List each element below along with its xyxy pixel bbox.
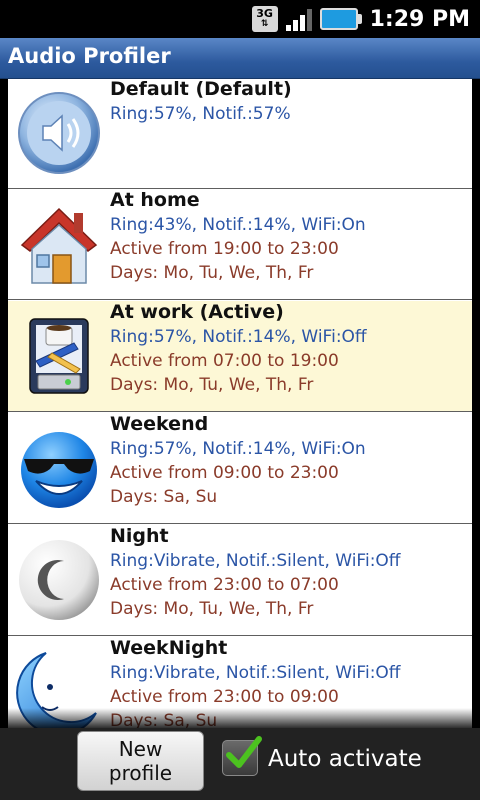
desk-icon xyxy=(29,318,89,394)
data-arrows-icon: ⇅ xyxy=(260,19,269,29)
profile-settings: Ring:57%, Notif.:14%, WiFi:Off xyxy=(110,327,367,347)
battery-icon xyxy=(319,8,362,30)
moon-button-icon xyxy=(19,540,99,620)
profile-days: Days: Mo, Tu, We, Th, Fr xyxy=(110,599,314,619)
profile-row-at-work[interactable]: At work (Active) Ring:57%, Notif.:14%, W… xyxy=(8,301,472,412)
app-title: Audio Profiler xyxy=(8,44,171,68)
profile-name: Weekend xyxy=(110,413,209,435)
profile-row-night[interactable]: Night Ring:Vibrate, Notif.:Silent, WiFi:… xyxy=(8,525,472,636)
profile-days: Days: Sa, Su xyxy=(110,711,218,729)
status-bar: 3G ⇅ 1:29 PM xyxy=(0,0,480,38)
app-title-bar: Audio Profiler xyxy=(0,38,480,79)
house-icon xyxy=(20,207,98,284)
status-clock: 1:29 PM xyxy=(369,6,470,32)
auto-activate-checkbox[interactable] xyxy=(222,736,262,776)
auto-activate-label[interactable]: Auto activate xyxy=(268,746,422,772)
crescent-moon-face-icon xyxy=(16,652,97,729)
profile-active-time: Active from 23:00 to 09:00 xyxy=(110,687,339,707)
profile-settings: Ring:Vibrate, Notif.:Silent, WiFi:Off xyxy=(110,663,401,683)
profile-name: At work (Active) xyxy=(110,301,284,323)
network-type: 3G xyxy=(256,7,273,20)
profile-days: Days: Sa, Su xyxy=(110,487,218,507)
profile-row-at-home[interactable]: At home Ring:43%, Notif.:14%, WiFi:On Ac… xyxy=(8,189,472,300)
profile-row-default[interactable]: Default (Default) Ring:57%, Notif.:57% xyxy=(8,79,472,189)
profile-active-time: Active from 07:00 to 19:00 xyxy=(110,351,339,371)
bottom-bar: New profile Auto activate xyxy=(0,728,480,800)
profile-name: Night xyxy=(110,525,169,547)
profile-row-weeknight[interactable]: WeekNight Ring:Vibrate, Notif.:Silent, W… xyxy=(8,637,472,729)
profile-settings: Ring:Vibrate, Notif.:Silent, WiFi:Off xyxy=(110,551,401,571)
profile-active-time: Active from 23:00 to 07:00 xyxy=(110,575,339,595)
profile-settings: Ring:57%, Notif.:14%, WiFi:On xyxy=(110,439,366,459)
new-profile-button[interactable]: New profile xyxy=(77,731,204,791)
network-3g-icon: 3G ⇅ xyxy=(251,6,278,32)
checkmark-icon xyxy=(226,736,262,768)
signal-strength-icon xyxy=(285,7,312,31)
profile-name: At home xyxy=(110,189,200,211)
profile-active-time: Active from 09:00 to 23:00 xyxy=(110,463,339,483)
profile-row-weekend[interactable]: Weekend Ring:57%, Notif.:14%, WiFi:On Ac… xyxy=(8,413,472,524)
profile-active-time: Active from 19:00 to 23:00 xyxy=(110,239,339,259)
speaker-icon xyxy=(18,92,100,174)
profile-name: Default (Default) xyxy=(110,79,292,100)
sunglasses-smiley-icon xyxy=(21,432,97,508)
profile-settings: Ring:57%, Notif.:57% xyxy=(110,104,291,124)
profile-days: Days: Mo, Tu, We, Th, Fr xyxy=(110,375,314,395)
profile-name: WeekNight xyxy=(110,637,228,659)
status-icons: 3G ⇅ 1:29 PM xyxy=(251,4,470,34)
profile-list[interactable]: Default (Default) Ring:57%, Notif.:57% A… xyxy=(8,79,472,729)
profile-settings: Ring:43%, Notif.:14%, WiFi:On xyxy=(110,215,366,235)
profile-days: Days: Mo, Tu, We, Th, Fr xyxy=(110,263,314,283)
